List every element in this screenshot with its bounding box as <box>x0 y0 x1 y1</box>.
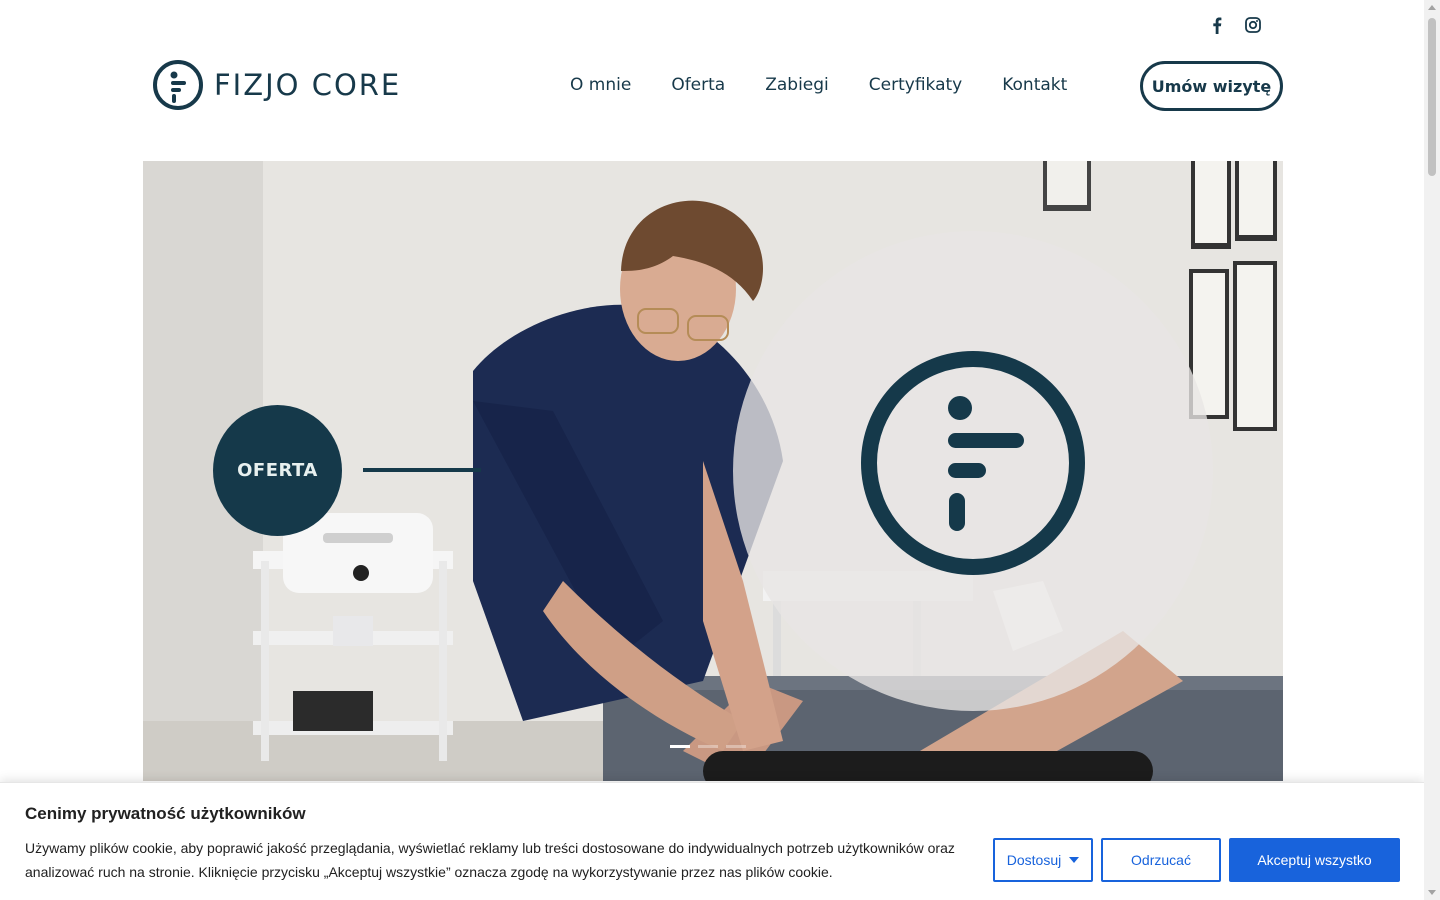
slider-pagination <box>670 745 746 748</box>
slider-dot-1[interactable] <box>670 745 690 748</box>
logo[interactable]: FIZJO CORE <box>152 59 401 111</box>
nav-item-o-mnie[interactable]: O mnie <box>570 75 631 95</box>
social-links <box>1208 12 1262 38</box>
cookie-title: Cenimy prywatność użytkowników <box>25 804 306 823</box>
scroll-up-arrow[interactable] <box>1428 5 1436 10</box>
customize-label: Dostosuj <box>1006 852 1062 868</box>
hero-slider: OFERTA <box>143 161 1283 781</box>
facebook-icon[interactable] <box>1208 12 1226 38</box>
page-scrollbar[interactable] <box>1424 0 1440 900</box>
scroll-down-arrow[interactable] <box>1428 890 1436 895</box>
slider-dot-3[interactable] <box>726 745 746 748</box>
reject-cookies-button[interactable]: Odrzucać <box>1101 838 1221 882</box>
badge-connector-line <box>363 468 481 472</box>
nav-item-kontakt[interactable]: Kontakt <box>1002 75 1067 95</box>
cookie-text: Używamy plików cookie, aby poprawić jako… <box>25 840 955 880</box>
logo-text: FIZJO CORE <box>214 68 402 102</box>
customize-cookies-button[interactable]: Dostosuj <box>993 838 1093 882</box>
nav-item-zabiegi[interactable]: Zabiegi <box>765 75 829 95</box>
brand-logo-icon <box>861 351 1085 575</box>
main-nav: O mnie Oferta Zabiegi Certyfikaty Kontak… <box>570 75 1067 95</box>
nav-item-oferta[interactable]: Oferta <box>671 75 725 95</box>
slider-dot-2[interactable] <box>698 745 718 748</box>
book-visit-button[interactable]: Umów wizytę <box>1140 61 1283 111</box>
chevron-down-icon <box>1069 857 1080 863</box>
logo-icon <box>153 60 203 110</box>
offer-badge-button[interactable]: OFERTA <box>213 405 342 536</box>
instagram-icon[interactable] <box>1244 12 1262 38</box>
nav-item-certyfikaty[interactable]: Certyfikaty <box>869 75 962 95</box>
accept-all-cookies-button[interactable]: Akceptuj wszystko <box>1229 838 1400 882</box>
scrollbar-thumb[interactable] <box>1428 18 1436 176</box>
cookie-consent-banner: Cenimy prywatność użytkowników Używamy p… <box>0 782 1424 900</box>
